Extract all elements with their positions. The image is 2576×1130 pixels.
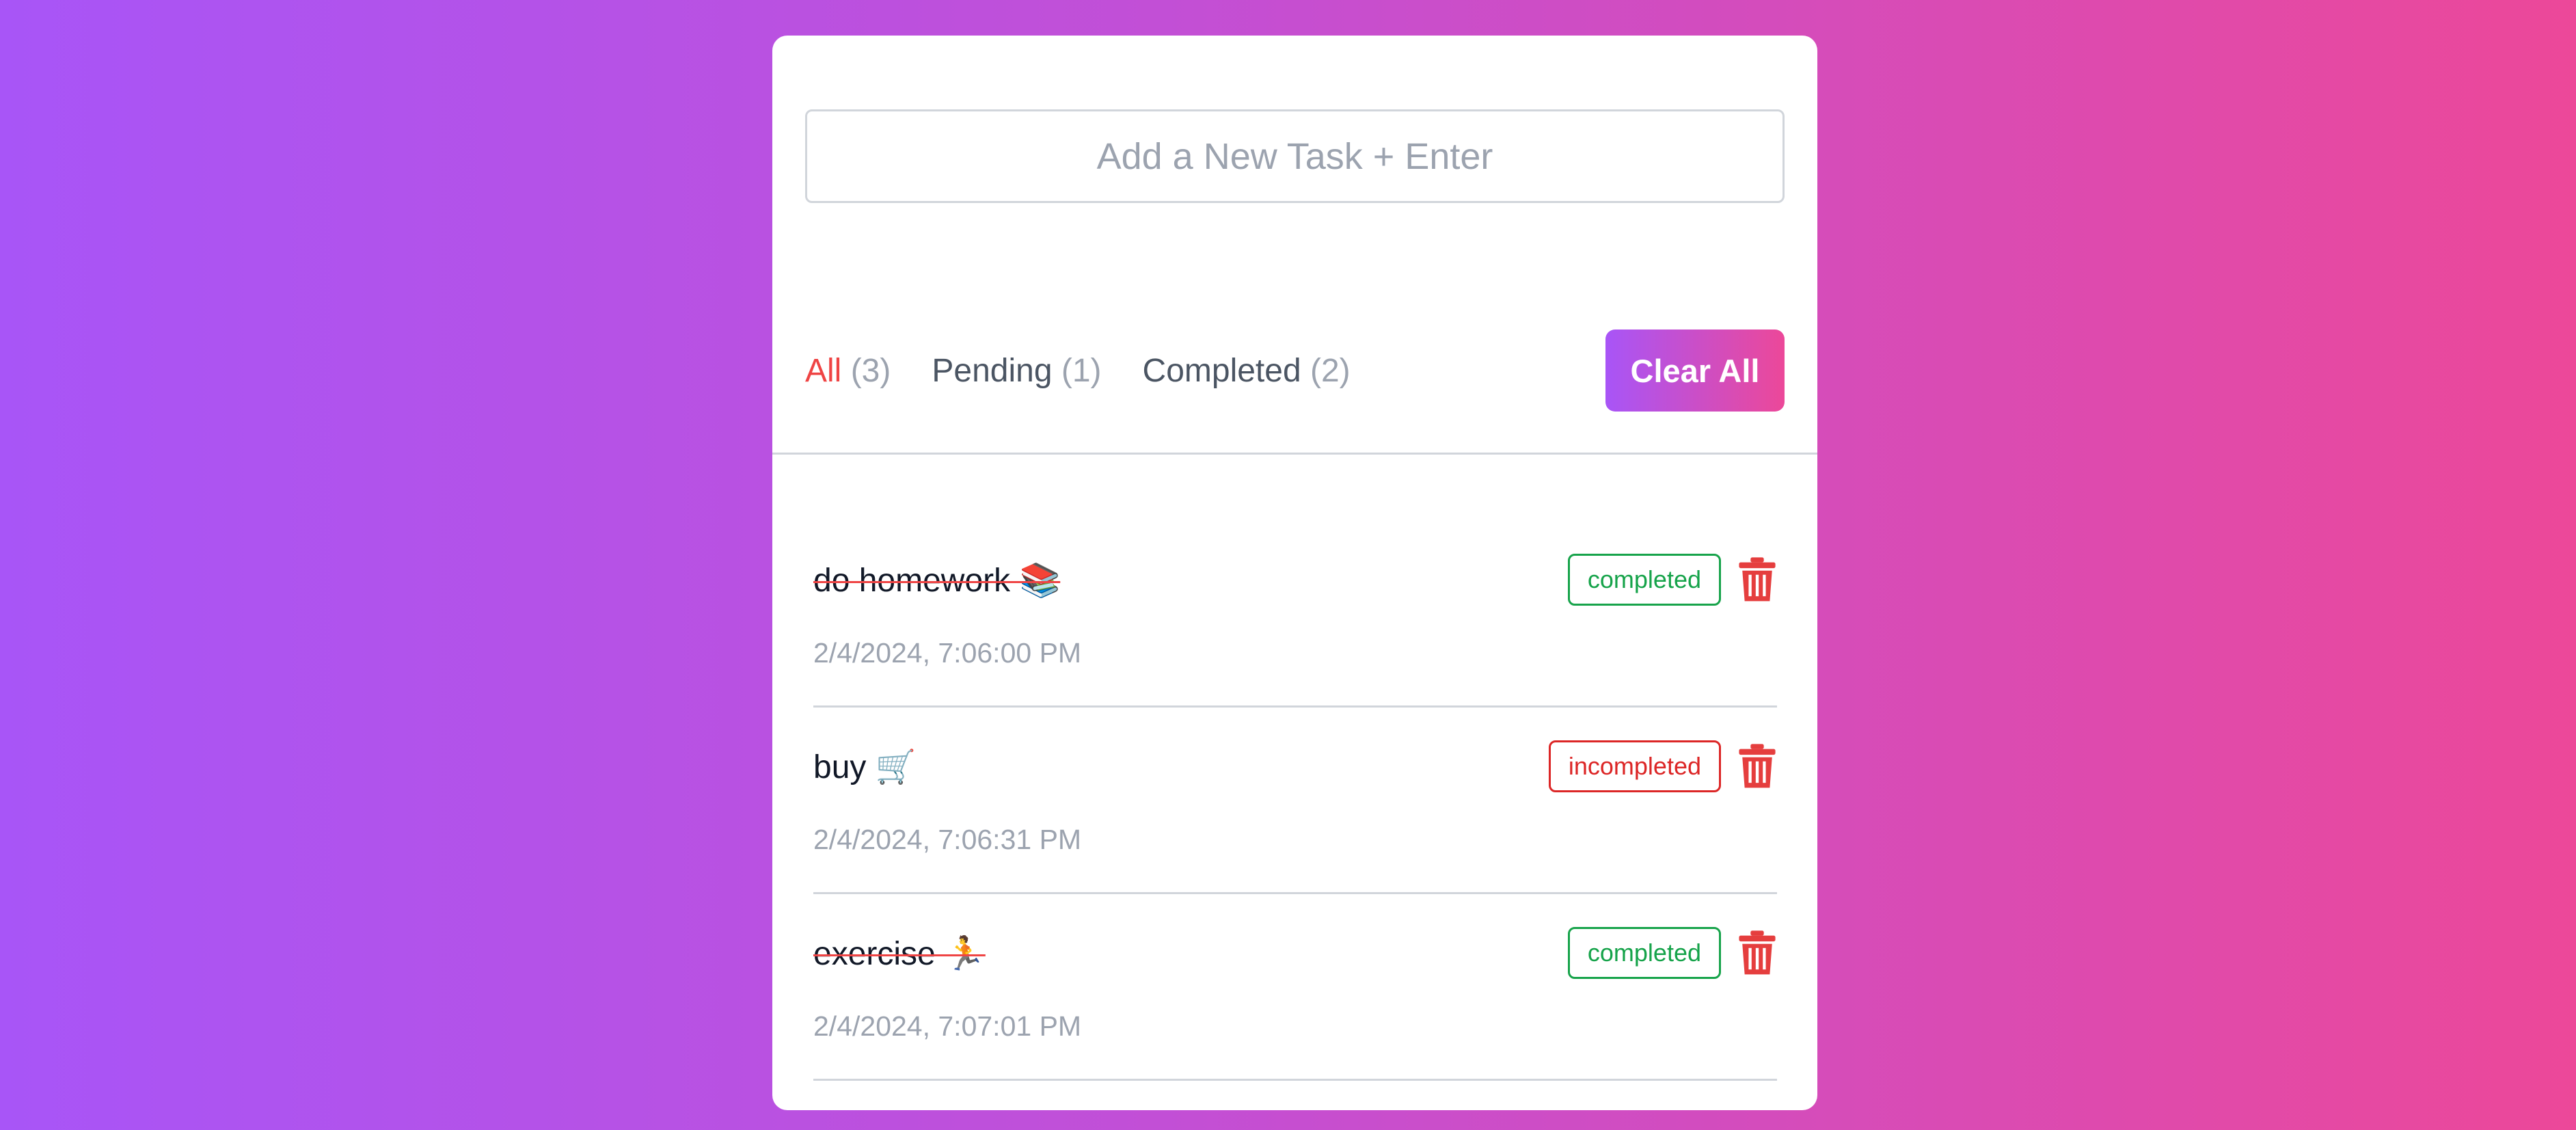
task-name[interactable]: exercise 🏃 xyxy=(813,934,986,975)
filter-bar: All (3) Pending (1) Completed (2) Clear … xyxy=(805,329,1785,412)
todo-card: All (3) Pending (1) Completed (2) Clear … xyxy=(772,36,1817,1110)
task-name[interactable]: buy 🛒 xyxy=(813,747,917,788)
filter-tabs: All (3) Pending (1) Completed (2) xyxy=(805,351,1351,391)
filter-completed-count: (2) xyxy=(1310,353,1351,389)
task-name[interactable]: do homework 📚 xyxy=(813,561,1060,602)
filter-all-label: All xyxy=(805,353,842,389)
task-item: do homework 📚 2/4/2024, 7:06:00 PM compl… xyxy=(813,521,1777,708)
task-status-button[interactable]: completed xyxy=(1567,927,1721,979)
task-actions: completed xyxy=(1567,554,1777,606)
filter-pending-count: (1) xyxy=(1061,353,1102,389)
filter-all-tab[interactable]: All (3) xyxy=(805,351,891,391)
new-task-input[interactable] xyxy=(805,109,1785,203)
task-item: buy 🛒 2/4/2024, 7:06:31 PM incompleted xyxy=(813,708,1777,894)
trash-icon[interactable] xyxy=(1737,742,1777,790)
trash-icon[interactable] xyxy=(1737,929,1777,977)
trash-icon[interactable] xyxy=(1737,556,1777,604)
filter-pending-tab[interactable]: Pending (1) xyxy=(932,351,1101,391)
task-actions: incompleted xyxy=(1548,740,1777,792)
task-item: exercise 🏃 2/4/2024, 7:07:01 PM complete… xyxy=(813,894,1777,1081)
task-date: 2/4/2024, 7:07:01 PM xyxy=(813,1010,1082,1042)
task-list: do homework 📚 2/4/2024, 7:06:00 PM compl… xyxy=(813,521,1777,1081)
section-divider xyxy=(772,453,1817,455)
filter-completed-label: Completed xyxy=(1142,353,1301,389)
task-date: 2/4/2024, 7:06:31 PM xyxy=(813,824,1082,855)
clear-all-button[interactable]: Clear All xyxy=(1605,329,1785,412)
filter-pending-label: Pending xyxy=(932,353,1053,389)
task-status-button[interactable]: completed xyxy=(1567,554,1721,606)
task-date: 2/4/2024, 7:06:00 PM xyxy=(813,637,1082,669)
task-actions: completed xyxy=(1567,927,1777,979)
filter-completed-tab[interactable]: Completed (2) xyxy=(1143,351,1351,391)
task-status-button[interactable]: incompleted xyxy=(1548,740,1721,792)
filter-all-count: (3) xyxy=(850,353,891,389)
